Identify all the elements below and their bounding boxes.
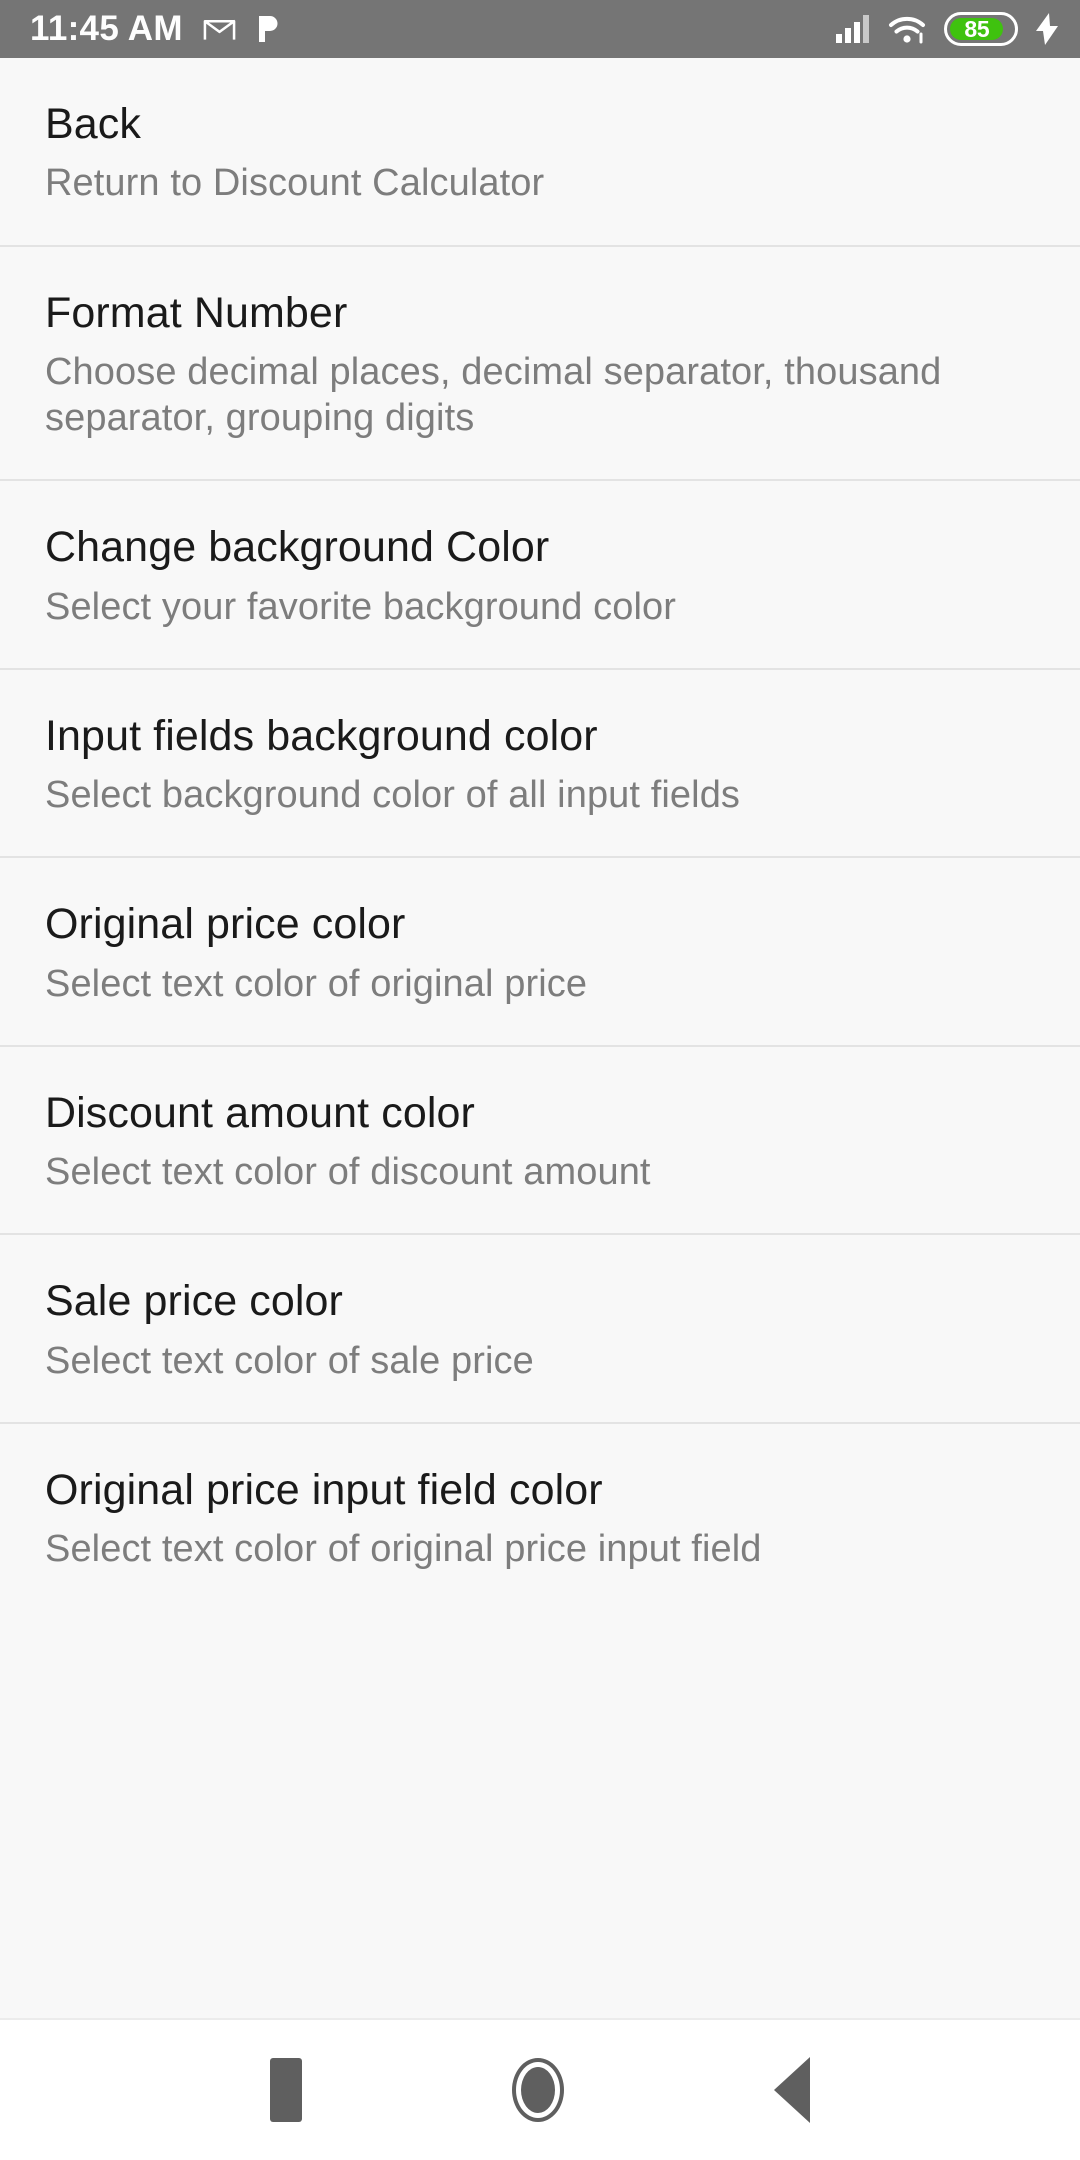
gmail-icon bbox=[203, 16, 236, 42]
preference-item-back[interactable]: Back Return to Discount Calculator bbox=[0, 58, 1080, 247]
battery-icon: 85 bbox=[944, 12, 1018, 46]
preference-item-discount-amount-color[interactable]: Discount amount color Select text color … bbox=[0, 1046, 1080, 1236]
preference-title: Original price color bbox=[45, 900, 406, 949]
status-bar-left: 11:45 AM bbox=[30, 9, 282, 49]
wifi-icon bbox=[888, 15, 926, 44]
status-bar-right: 85 bbox=[836, 12, 1058, 46]
triangle-left-icon bbox=[774, 2057, 810, 2123]
preference-item-original-price-input-field-color[interactable]: Original price input field color Select … bbox=[0, 1423, 1080, 1611]
nav-home-button[interactable] bbox=[512, 2058, 564, 2122]
status-bar: 11:45 AM 85 bbox=[0, 0, 1080, 58]
preference-title: Input fields background color bbox=[45, 711, 598, 760]
preference-title: Original price input field color bbox=[45, 1465, 603, 1514]
preference-list: Back Return to Discount Calculator Forma… bbox=[0, 58, 1080, 2018]
preference-item-input-fields-background-color[interactable]: Input fields background color Select bac… bbox=[0, 669, 1080, 859]
preference-title: Format Number bbox=[45, 288, 348, 337]
preference-item-format-number[interactable]: Format Number Choose decimal places, dec… bbox=[0, 246, 1080, 482]
nav-recents-button[interactable] bbox=[270, 2058, 302, 2122]
preference-item-sale-price-color[interactable]: Sale price color Select text color of sa… bbox=[0, 1235, 1080, 1424]
phone-screen: 11:45 AM 85 Back Return to Discount Calc… bbox=[0, 0, 1080, 2160]
preference-title: Change background Color bbox=[45, 523, 550, 572]
status-time: 11:45 AM bbox=[30, 9, 183, 48]
preference-title: Sale price color bbox=[45, 1277, 343, 1326]
circle-inner-icon bbox=[521, 2067, 555, 2113]
nav-back-button[interactable] bbox=[774, 2057, 810, 2123]
system-navigation-bar bbox=[0, 2018, 1080, 2160]
pandora-icon bbox=[256, 14, 282, 44]
battery-fill: 85 bbox=[950, 15, 1003, 42]
preference-summary: Select text color of sale price bbox=[45, 1339, 534, 1382]
cellular-signal-icon bbox=[836, 15, 870, 43]
preference-item-original-price-color[interactable]: Original price color Select text color o… bbox=[0, 858, 1080, 1047]
preference-summary: Select text color of original price inpu… bbox=[45, 1528, 762, 1571]
square-icon bbox=[270, 2058, 302, 2122]
preference-title: Back bbox=[45, 100, 141, 148]
preference-summary: Select text color of original price bbox=[45, 962, 588, 1005]
preference-item-change-background-color[interactable]: Change background Color Select your favo… bbox=[0, 481, 1080, 670]
preference-summary: Select your favorite background color bbox=[45, 585, 677, 628]
battery-percent-label: 85 bbox=[964, 15, 990, 42]
preference-summary: Choose decimal places, decimal separator… bbox=[45, 350, 942, 440]
preference-summary: Select text color of discount amount bbox=[45, 1151, 651, 1194]
preference-summary: Select background color of all input fie… bbox=[45, 774, 741, 817]
preference-title: Discount amount color bbox=[45, 1088, 475, 1137]
preference-summary: Return to Discount Calculator bbox=[45, 162, 545, 205]
charging-bolt-icon bbox=[1036, 13, 1058, 45]
circle-icon bbox=[512, 2058, 564, 2122]
